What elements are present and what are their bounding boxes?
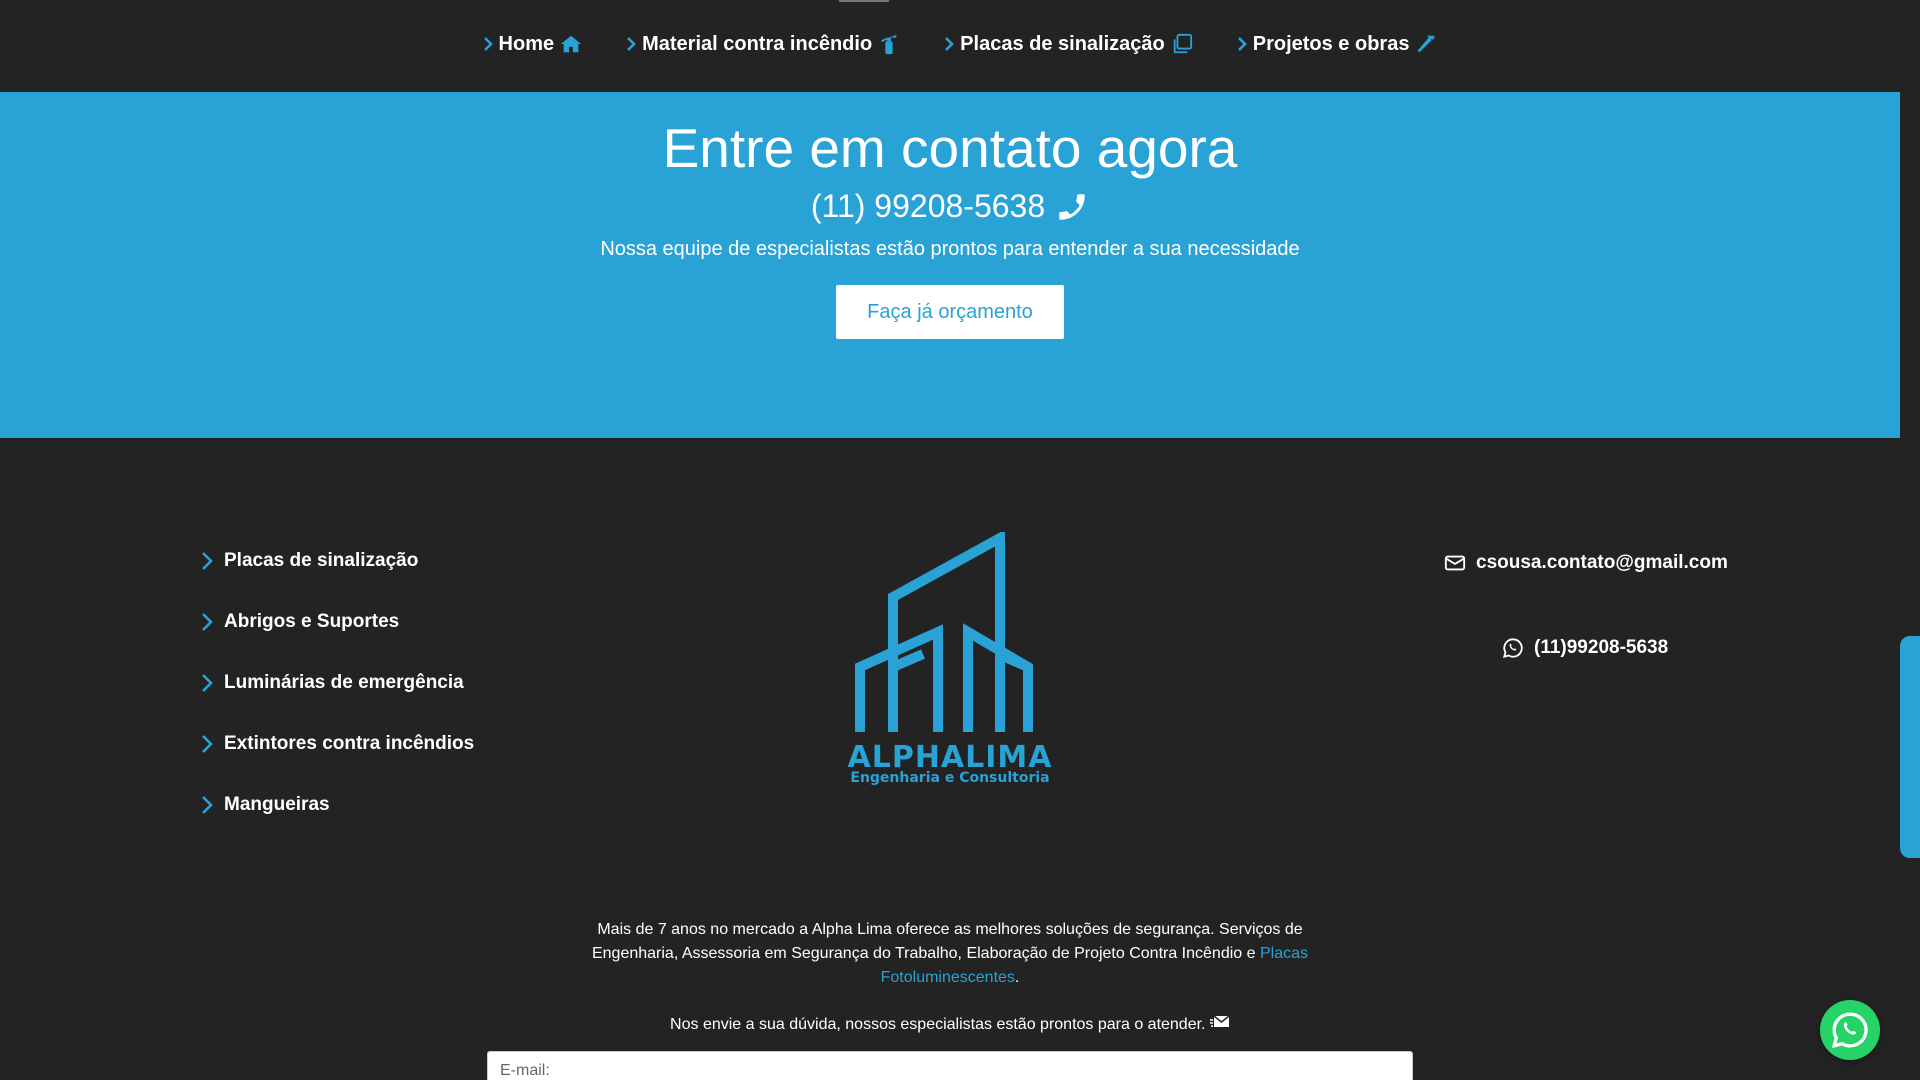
chevron-right-icon [202,673,213,692]
quote-button[interactable]: Faça já orçamento [836,285,1064,339]
chevron-right-icon [627,37,636,51]
contact-title: Entre em contato agora [662,117,1238,179]
footer-whatsapp-text: (11)99208-5638 [1534,637,1669,658]
home-icon [561,35,582,53]
nav-item-label: Home [498,32,555,55]
whatsapp-icon [1831,1012,1868,1049]
envelope-icon [1444,555,1466,571]
hammer-icon [1418,35,1435,53]
contact-phone-number: (11) 99208-5638 [810,188,1046,224]
footer-link-mangueiras[interactable]: Mangueiras [200,774,474,835]
contact-subtitle: Nossa equipe de especialistas estão pron… [600,238,1300,260]
chevron-right-icon [202,551,213,570]
chevron-right-icon [202,795,213,814]
email-field[interactable] [487,1051,1413,1080]
whatsapp-float-button[interactable] [1820,1000,1880,1060]
footer-whatsapp[interactable]: (11)99208-5638 [1502,637,1668,659]
footer-link-abrigos[interactable]: Abrigos e Suportes [200,591,474,652]
footer-link-label: Luminárias de emergência [224,671,464,693]
send-question-text: Nos envie a sua dúvida, nossos especiali… [0,1015,1900,1034]
mail-send-icon [1209,1015,1230,1027]
clone-icon [1173,33,1192,54]
send-question-label: Nos envie a sua dúvida, nossos especiali… [670,1016,1206,1033]
footer-link-luminarias[interactable]: Luminárias de emergência [200,652,474,713]
about-body: Mais de 7 anos no mercado a Alpha Lima o… [591,921,1303,962]
chevron-right-icon [202,612,213,631]
nav-item-home[interactable]: Home [483,28,583,60]
about-end: . [1014,969,1020,986]
top-navigation: Home Material contra incêndio Placas de … [0,0,1920,92]
nav-item-projetos[interactable]: Projetos e obras [1237,28,1438,60]
scrollbar-thumb[interactable] [1900,636,1920,858]
chevron-right-icon [483,37,493,51]
footer-email-text: csousa.contato@gmail.com [1476,552,1728,573]
footer-email[interactable]: csousa.contato@gmail.com [1444,552,1728,574]
phone-icon [1059,193,1085,220]
fire-extinguisher-icon [881,34,897,55]
chevron-right-icon [945,37,955,51]
contact-phone[interactable]: (11) 99208-5638 [0,188,1900,225]
footer-links: Placas de sinalização Abrigos e Suportes… [200,530,474,835]
nav-menu: Home Material contra incêndio Placas de … [0,28,1920,60]
chevron-right-icon [1237,37,1247,51]
footer-link-placas[interactable]: Placas de sinalização [200,530,474,591]
footer-link-label: Placas de sinalização [224,549,419,571]
nav-item-placas[interactable]: Placas de sinalização [944,28,1193,60]
chevron-right-icon [202,734,213,753]
whatsapp-icon [1502,638,1523,659]
contact-banner: Entre em contato agora (11) 99208-5638 N… [0,92,1900,438]
about-text: Mais de 7 anos no mercado a Alpha Lima o… [580,918,1320,990]
scrollbar-track[interactable] [1900,0,1920,1080]
nav-item-label: Projetos e obras [1252,32,1410,55]
nav-item-material[interactable]: Material contra incêndio [626,28,900,60]
nav-item-label: Placas de sinalização [960,32,1165,55]
logo-tagline: Engenharia e Consultoria [850,770,1050,786]
footer-link-label: Abrigos e Suportes [224,610,400,632]
footer-link-label: Extintores contra incêndios [224,732,475,754]
footer-link-label: Mangueiras [224,793,330,815]
nav-item-label: Material contra incêndio [642,32,873,55]
nav-indicator [839,0,889,2]
footer-link-extintores[interactable]: Extintores contra incêndios [200,713,474,774]
